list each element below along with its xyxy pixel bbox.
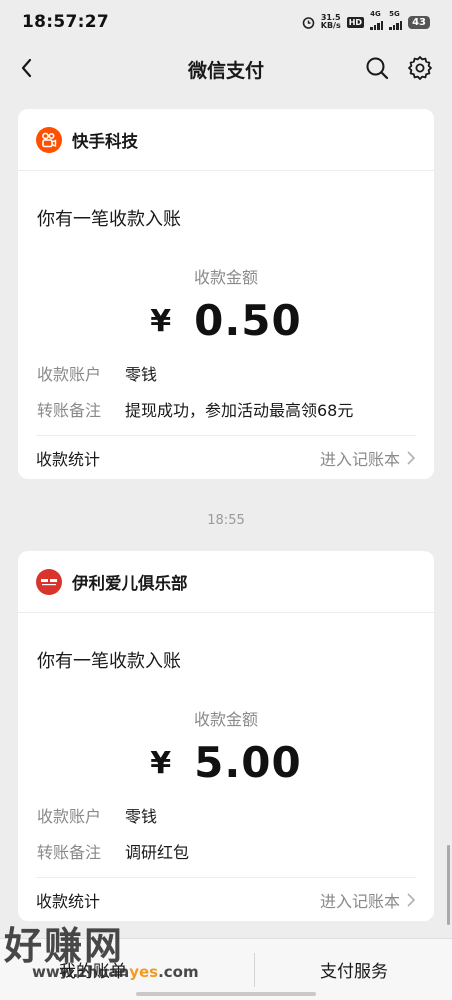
gear-icon[interactable] (406, 54, 434, 82)
signal-4g-label: 4G (370, 9, 381, 18)
signal-5g-label: 5G (389, 9, 400, 18)
account-row: 收款账户 零钱 (18, 797, 434, 833)
amount-label: 收款金额 (193, 710, 258, 729)
nav-bar: 微信支付 (0, 44, 452, 94)
payment-services-button[interactable]: 支付服务 (226, 957, 452, 982)
chevron-right-icon (407, 892, 416, 907)
card-header: 快手科技 (18, 109, 434, 171)
account-label: 收款账户 (37, 807, 102, 826)
note-row: 转账备注 提现成功，参加活动最高领68元 (18, 391, 434, 427)
amount-value: 0.50 (194, 296, 302, 345)
account-value: 零钱 (125, 807, 158, 826)
ledger-link[interactable]: 进入记账本 (320, 446, 416, 470)
status-bar: 18:57:27 31.5 KB/s HD 4G 5G 43 (0, 0, 452, 44)
ledger-link-label: 进入记账本 (319, 891, 400, 911)
kuaishou-logo-icon (36, 126, 62, 153)
stats-row[interactable]: 收款统计 进入记账本 (36, 877, 416, 921)
scrollbar[interactable] (447, 845, 450, 925)
chevron-right-icon (407, 450, 416, 465)
hd-badge: HD (346, 16, 365, 28)
yili-logo-icon (36, 568, 62, 595)
alarm-icon (302, 16, 315, 29)
my-bill-button[interactable]: 我的账单 (0, 957, 226, 982)
merchant-name: 伊利爱儿俱乐部 (72, 573, 188, 593)
message-timestamp: 18:55 (207, 513, 245, 528)
search-icon[interactable] (364, 55, 390, 81)
stats-label: 收款统计 (36, 449, 101, 469)
home-indicator (136, 992, 316, 996)
net-speed-unit: KB/s (320, 21, 341, 30)
merchant-name: 快手科技 (72, 131, 138, 151)
status-icons: 31.5 KB/s HD 4G 5G 43 (302, 10, 430, 30)
amount: ¥0.50 (18, 296, 434, 345)
account-label: 收款账户 (37, 365, 102, 384)
note-label: 转账备注 (37, 843, 102, 862)
camera-icon (42, 132, 57, 147)
bottom-divider (254, 953, 255, 987)
net-speed: 31.5 KB/s (321, 14, 341, 30)
account-row: 收款账户 零钱 (18, 355, 434, 391)
note-value: 调研红包 (125, 843, 190, 862)
bottom-bar: 我的账单 支付服务 (0, 938, 452, 1000)
signal-5g-icon: 5G (389, 10, 403, 30)
status-time: 18:57:27 (22, 12, 109, 32)
card-header: 伊利爱儿俱乐部 (18, 551, 434, 613)
card-title: 你有一笔收款入账 (37, 209, 181, 230)
amount-value: 5.00 (194, 738, 302, 787)
currency-symbol: ¥ (150, 746, 173, 781)
back-icon[interactable] (14, 54, 42, 82)
currency-symbol: ¥ (150, 304, 173, 339)
amount-label: 收款金额 (193, 268, 258, 287)
page-title: 微信支付 (187, 59, 264, 82)
ledger-link[interactable]: 进入记账本 (320, 888, 416, 912)
note-row: 转账备注 调研红包 (18, 833, 434, 869)
note-value: 提现成功，参加活动最高领68元 (125, 401, 354, 420)
battery-indicator: 43 (408, 15, 430, 29)
stats-row[interactable]: 收款统计 进入记账本 (36, 435, 416, 479)
stats-label: 收款统计 (36, 891, 101, 911)
brand-mark-icon (41, 578, 57, 585)
amount: ¥5.00 (18, 738, 434, 787)
card-title: 你有一笔收款入账 (37, 651, 181, 672)
payment-card-1[interactable]: 快手科技 你有一笔收款入账 收款金额 ¥0.50 收款账户 零钱 转账备注 提现… (18, 109, 434, 479)
payment-card-2[interactable]: 伊利爱儿俱乐部 你有一笔收款入账 收款金额 ¥5.00 收款账户 零钱 转账备注… (18, 551, 434, 921)
ledger-link-label: 进入记账本 (319, 449, 400, 469)
account-value: 零钱 (125, 365, 158, 384)
signal-4g-icon: 4G (370, 10, 384, 30)
note-label: 转账备注 (37, 401, 102, 420)
